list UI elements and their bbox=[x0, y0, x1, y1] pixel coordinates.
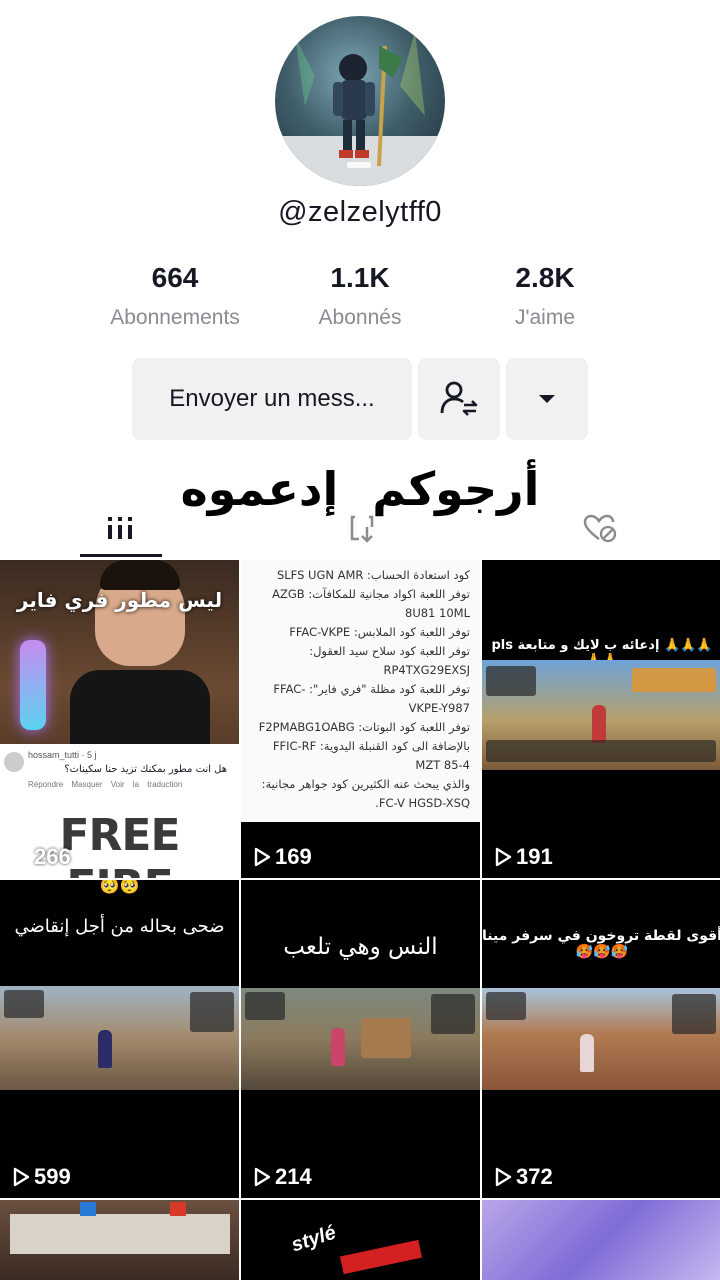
play-icon bbox=[254, 1167, 271, 1187]
document-line: RP4TXG29EXSJ bbox=[383, 663, 470, 677]
stat-followers-label: Abonnés bbox=[318, 306, 402, 329]
document-line: VKPE-Y987 bbox=[408, 701, 470, 715]
document-line: 8U81 10ML bbox=[405, 606, 470, 620]
hud-controls bbox=[486, 740, 716, 762]
grid-icon bbox=[108, 516, 132, 539]
game-character bbox=[592, 705, 606, 743]
game-character bbox=[98, 1030, 112, 1068]
profile-username: @zelzelytff0 bbox=[278, 196, 442, 228]
play-icon bbox=[495, 847, 512, 867]
user-swap-icon bbox=[440, 381, 478, 416]
stat-following[interactable]: 664 Abonnements bbox=[85, 262, 265, 330]
game-character bbox=[331, 1028, 345, 1066]
video-caption: ضحى بحاله من أجل إنقاضي bbox=[14, 916, 225, 937]
video-caption: ليس مطور فري فاير bbox=[16, 588, 223, 612]
video-thumbnail[interactable]: 🙏🙏🙏 إدعائه ب لايك و متابعة pls 🙏🙏 191 bbox=[482, 560, 720, 878]
stat-likes-value: 2.8K bbox=[515, 262, 575, 293]
stat-following-label: Abonnements bbox=[110, 306, 240, 329]
comment-text: هل انت مطور بمكنك تزيد حنا سكينات؟ bbox=[64, 764, 227, 775]
minimap bbox=[245, 992, 285, 1020]
comment-avatar bbox=[4, 752, 24, 772]
follow-status-button[interactable] bbox=[418, 358, 500, 440]
avatar-character-image bbox=[275, 31, 445, 186]
document-line: توفر اللعبة اكواد مجانية للمكافآت: AZGB bbox=[272, 587, 470, 601]
view-count: 191 bbox=[494, 844, 553, 870]
gameplay-screenshot bbox=[0, 986, 239, 1090]
play-icon bbox=[254, 847, 271, 867]
document-line: FC-V HGSD-XSQ. bbox=[375, 796, 470, 810]
caret-down-icon bbox=[539, 395, 555, 403]
more-dropdown-button[interactable] bbox=[506, 358, 588, 440]
video-thumbnail[interactable] bbox=[0, 1200, 239, 1280]
flag-banner bbox=[340, 1239, 422, 1275]
hud-panel bbox=[632, 668, 716, 692]
person-hair bbox=[100, 560, 180, 590]
tab-videos[interactable] bbox=[80, 505, 160, 550]
stat-likes-label: J'aime bbox=[514, 306, 576, 329]
video-thumbnail[interactable]: ليس مطور فري فاير hossam_tutti · 5 j هل … bbox=[0, 560, 239, 878]
document-line: كود استعادة الحساب: SLFS UGN AMR bbox=[276, 568, 470, 582]
stat-followers-value: 1.1K bbox=[330, 262, 390, 293]
gameplay-screenshot bbox=[482, 988, 720, 1090]
video-thumbnail[interactable] bbox=[482, 1200, 720, 1280]
comment-actions: Répondre Masquer Voir la traduction bbox=[28, 780, 183, 789]
play-icon bbox=[495, 1167, 512, 1187]
stat-likes: 2.8K J'aime bbox=[455, 262, 635, 330]
minimap bbox=[486, 992, 526, 1020]
liked-hidden-icon bbox=[583, 514, 617, 542]
document-line: توفر اللعبة كود مظلة "فري فاير": -FFAC bbox=[273, 682, 470, 696]
document-line: توفر اللعبة كود البوتات: F2PMABG1OABG bbox=[258, 720, 470, 734]
active-tab-indicator bbox=[80, 554, 162, 557]
video-caption: stylé bbox=[288, 1221, 339, 1257]
view-count: 214 bbox=[253, 1164, 312, 1190]
comment-user: hossam_tutti · 5 j bbox=[28, 750, 97, 760]
view-count: 372 bbox=[494, 1164, 553, 1190]
stat-followers[interactable]: 1.1K Abonnés bbox=[270, 262, 450, 330]
video-grid: ليس مطور فري فاير hossam_tutti · 5 j هل … bbox=[0, 560, 720, 1280]
document-line: بالإضافة الى كود القنبلة اليدوية: FFIC-R… bbox=[272, 739, 470, 753]
video-thumbnail[interactable]: stylé bbox=[241, 1200, 480, 1280]
hud-badge bbox=[170, 1202, 186, 1216]
view-count: 266 bbox=[12, 844, 71, 870]
document-line: 85-4 MZT bbox=[415, 758, 470, 772]
gameplay-screenshot bbox=[241, 988, 480, 1090]
video-thumbnail[interactable]: 🥺🥺 ضحى بحاله من أجل إنقاضي 599 bbox=[0, 880, 239, 1198]
emoji-text: 🥺🥺 bbox=[99, 880, 140, 895]
stat-following-value: 664 bbox=[151, 262, 199, 293]
profile-avatar[interactable] bbox=[275, 16, 445, 186]
repost-icon bbox=[350, 515, 374, 543]
tab-liked[interactable] bbox=[560, 505, 640, 550]
gameplay-screenshot bbox=[482, 660, 720, 770]
hud-badge bbox=[80, 1202, 96, 1216]
video-caption: النس وهي تلعب bbox=[283, 934, 438, 960]
view-count: 599 bbox=[12, 1164, 71, 1190]
tab-reposts[interactable] bbox=[322, 505, 402, 550]
document-line: توفر اللعبة كود الملابس: FFAC-VKPE bbox=[289, 625, 470, 639]
game-character bbox=[580, 1034, 594, 1072]
video-thumbnail[interactable]: أقوى لقطة تروخون في سرفر مينا 🥵🥵🥵 372 bbox=[482, 880, 720, 1198]
view-count: 169 bbox=[253, 844, 312, 870]
wall-panel bbox=[10, 1214, 230, 1254]
video-thumbnail[interactable]: النس وهي تلعب 214 bbox=[241, 880, 480, 1198]
document-text: كود استعادة الحساب: SLFS UGN AMR توفر الل… bbox=[241, 560, 480, 822]
hud-panel bbox=[431, 994, 475, 1034]
play-icon bbox=[13, 847, 30, 867]
send-message-button[interactable]: Envoyer un mess... bbox=[132, 358, 412, 440]
video-thumbnail[interactable]: كود استعادة الحساب: SLFS UGN AMR توفر الل… bbox=[241, 560, 480, 878]
microphone-image bbox=[20, 640, 46, 730]
hud-panel bbox=[672, 994, 716, 1034]
hud-panel bbox=[190, 992, 234, 1032]
video-caption: أقوى لقطة تروخون في سرفر مينا 🥵🥵🥵 bbox=[482, 928, 720, 960]
document-line: والذي يبحث عنه الكثيرين كود جواهر مجانية… bbox=[261, 777, 470, 791]
minimap bbox=[486, 666, 536, 696]
crate-object bbox=[361, 1018, 411, 1058]
person-shirt bbox=[70, 670, 210, 750]
document-line: توفر اللعبة كود سلاح سيد العقول: bbox=[309, 644, 470, 658]
play-icon bbox=[13, 1167, 30, 1187]
minimap bbox=[4, 990, 44, 1018]
comment-box: hossam_tutti · 5 j هل انت مطور بمكنك تزي… bbox=[0, 744, 239, 816]
